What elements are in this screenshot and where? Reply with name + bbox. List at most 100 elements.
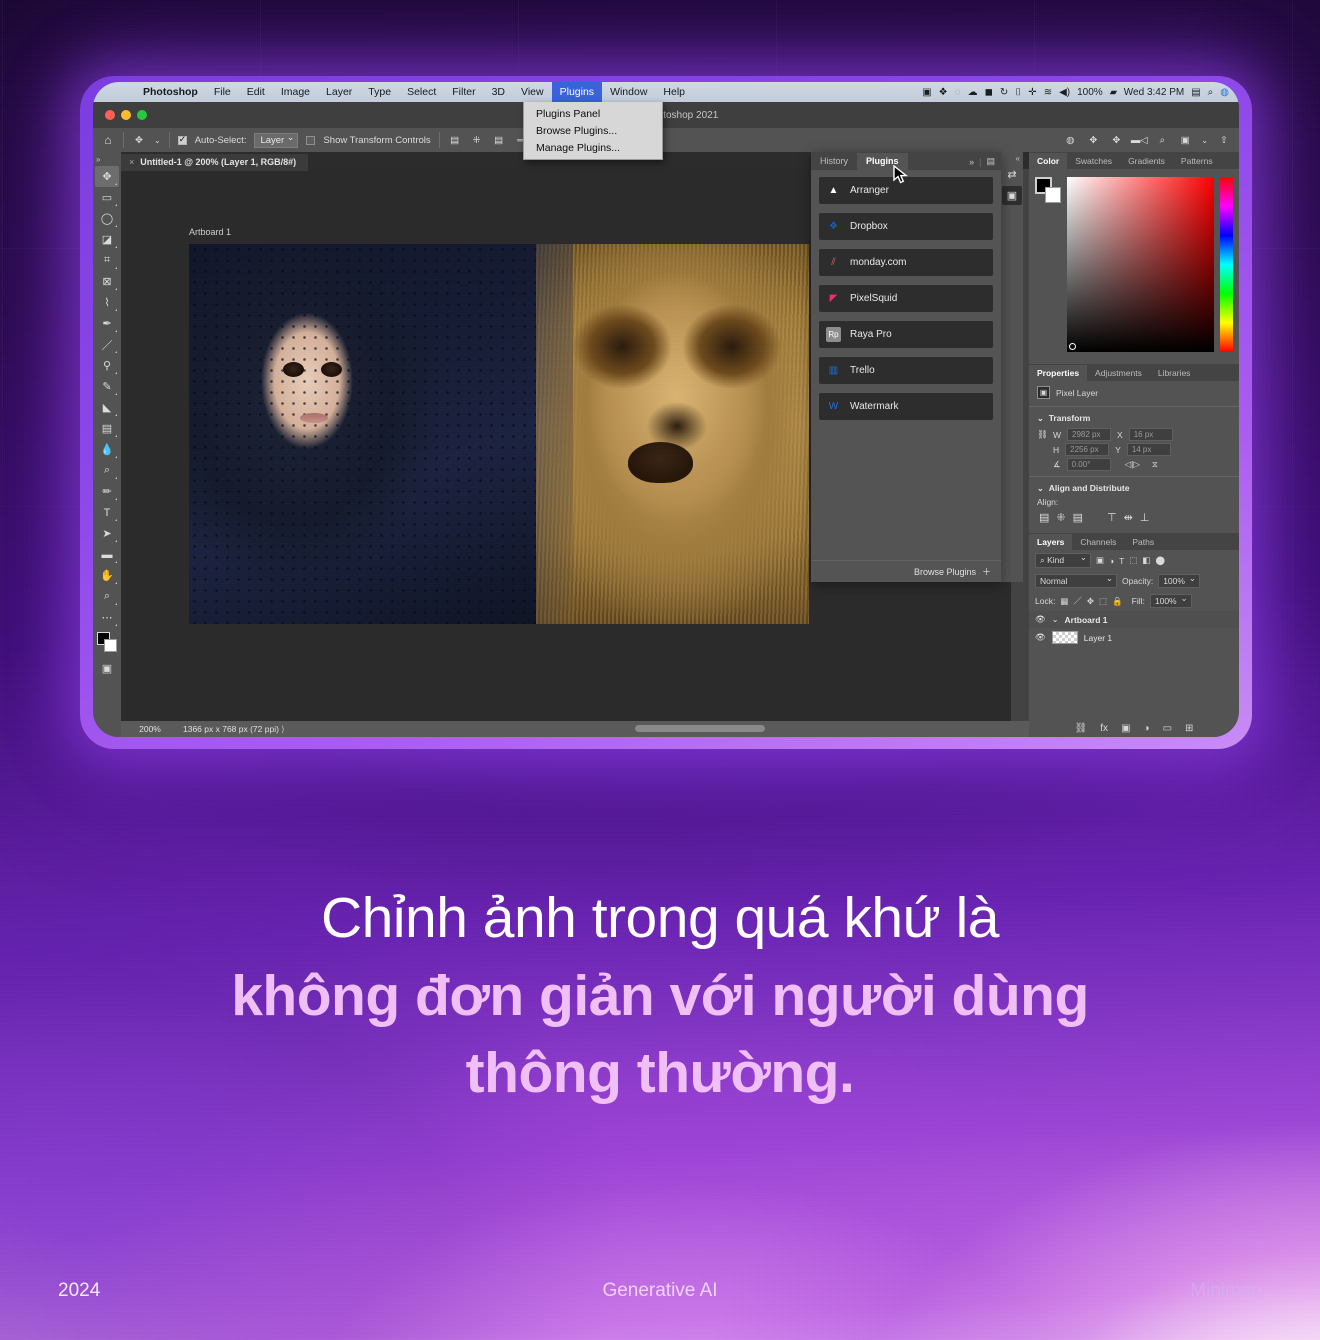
- history-brush-tool-icon[interactable]: ✎: [95, 376, 119, 397]
- menu-select[interactable]: Select: [399, 82, 444, 102]
- crop-tool-icon[interactable]: ⌗: [95, 250, 119, 271]
- screen-recording-icon[interactable]: ▣: [922, 87, 931, 98]
- libraries-icon[interactable]: ▣: [1002, 186, 1022, 205]
- volume-icon[interactable]: ◀): [1059, 87, 1070, 98]
- zoom-tool-icon[interactable]: ⌕: [95, 586, 119, 607]
- field-value-y[interactable]: 14 px: [1126, 443, 1171, 456]
- 3d-camera-icon[interactable]: ✥: [1109, 133, 1123, 147]
- blur-tool-icon[interactable]: 💧: [95, 439, 119, 460]
- align-top-icon[interactable]: ⊤: [1107, 511, 1117, 524]
- browse-plugins-footer[interactable]: Browse Plugins ＋: [811, 560, 1001, 582]
- adjustment-icon[interactable]: ◑: [1144, 723, 1150, 734]
- align-center-h-icon[interactable]: ⁜: [470, 133, 484, 147]
- move-tool-icon[interactable]: ✥: [132, 133, 146, 147]
- menu-image[interactable]: Image: [273, 82, 318, 102]
- tab-gradients[interactable]: Gradients: [1120, 153, 1173, 169]
- bluetooth-icon[interactable]: ✛: [1028, 87, 1036, 98]
- menu-edit[interactable]: Edit: [239, 82, 273, 102]
- expand-icon[interactable]: »: [969, 157, 974, 167]
- menu-layer[interactable]: Layer: [318, 82, 360, 102]
- adjustment-filter-icon[interactable]: ◑: [1109, 556, 1114, 566]
- marquee-tool-icon[interactable]: ▭: [95, 187, 119, 208]
- type-tool-icon[interactable]: T: [95, 502, 119, 523]
- color-swatches-mini[interactable]: [1035, 177, 1061, 203]
- battery-icon[interactable]: ▰: [1110, 87, 1117, 98]
- lock-image-icon[interactable]: ／: [1073, 595, 1082, 607]
- plugins-dropdown-menu[interactable]: Plugins Panel Browse Plugins... Manage Plu…: [523, 102, 663, 160]
- clock-label[interactable]: Wed 3:42 PM: [1124, 87, 1184, 98]
- tab-channels[interactable]: Channels: [1072, 534, 1124, 550]
- chevron-down-icon[interactable]: ⌄: [154, 136, 161, 145]
- tab-libraries[interactable]: Libraries: [1150, 365, 1199, 381]
- plugin-item-trello[interactable]: ▥ Trello: [819, 357, 993, 384]
- flip-horizontal-icon[interactable]: ◁|▷: [1125, 459, 1140, 470]
- pen-tool-icon[interactable]: ✏: [95, 481, 119, 502]
- wifi-icon[interactable]: ≋: [1044, 87, 1052, 98]
- field-value-w[interactable]: 2982 px: [1067, 428, 1112, 441]
- backup-icon[interactable]: ↻: [1000, 87, 1008, 98]
- tab-history[interactable]: History: [811, 153, 857, 170]
- hue-slider[interactable]: [1220, 177, 1233, 352]
- shape-filter-icon[interactable]: ⬚: [1129, 555, 1137, 566]
- onedrive-icon[interactable]: ☁: [968, 87, 978, 98]
- move-tool-icon[interactable]: ✥: [95, 166, 119, 187]
- background-color-swatch[interactable]: [104, 639, 117, 652]
- flag-icon[interactable]: ▤: [1191, 87, 1200, 98]
- plus-icon[interactable]: ＋: [982, 565, 991, 578]
- workspace-icon[interactable]: ▣: [1178, 133, 1192, 147]
- blend-mode-select[interactable]: Normal: [1035, 573, 1117, 588]
- folder-icon[interactable]: ▭: [1163, 723, 1172, 734]
- opacity-value[interactable]: 100%: [1158, 573, 1200, 588]
- align-left-icon[interactable]: ▤: [448, 133, 462, 147]
- eye-icon[interactable]: 👁: [1035, 632, 1046, 643]
- new-layer-icon[interactable]: ⊞: [1185, 723, 1193, 734]
- fx-icon[interactable]: fx: [1100, 723, 1108, 734]
- siri-icon[interactable]: ◍: [1220, 87, 1229, 98]
- link-icon[interactable]: ⛓: [1075, 723, 1088, 734]
- plugin-item-pixelsquid[interactable]: ◤ PixelSquid: [819, 285, 993, 312]
- gradient-tool-icon[interactable]: ▤: [95, 418, 119, 439]
- menu-view[interactable]: View: [513, 82, 552, 102]
- lock-position-icon[interactable]: ✥: [1087, 596, 1094, 607]
- video-icon[interactable]: ◼: [985, 87, 993, 98]
- image-filter-icon[interactable]: ▣: [1096, 555, 1104, 566]
- field-value-h[interactable]: 2256 px: [1065, 443, 1110, 456]
- chevron-down-icon[interactable]: ⌄: [1037, 414, 1044, 423]
- link-dimensions-icon[interactable]: ⛓: [1037, 429, 1048, 440]
- chevron-down-icon[interactable]: ⌄: [1052, 615, 1059, 624]
- menu-type[interactable]: Type: [360, 82, 399, 102]
- menu-3d[interactable]: 3D: [484, 82, 513, 102]
- align-middle-v-icon[interactable]: ⇹: [1124, 511, 1133, 524]
- collapse-icon[interactable]: «: [1001, 154, 1023, 163]
- color-swatches[interactable]: [95, 632, 119, 654]
- clone-stamp-tool-icon[interactable]: ⚲: [95, 355, 119, 376]
- layer-row-layer1[interactable]: 👁 Layer 1: [1029, 628, 1239, 647]
- smart-object-filter-icon[interactable]: ◧: [1142, 555, 1150, 566]
- horizontal-scrollbar[interactable]: [635, 725, 766, 732]
- lasso-tool-icon[interactable]: ◯: [95, 208, 119, 229]
- plugin-item-dropbox[interactable]: ❖ Dropbox: [819, 213, 993, 240]
- menu-item-browse-plugins[interactable]: Browse Plugins...: [524, 122, 662, 139]
- fill-value[interactable]: 100%: [1149, 593, 1192, 608]
- share-icon[interactable]: ⇧: [1217, 133, 1231, 147]
- brush-tool-icon[interactable]: ／: [95, 334, 119, 355]
- dropbox-icon[interactable]: ❖: [939, 87, 948, 98]
- type-filter-icon[interactable]: T: [1119, 556, 1124, 566]
- object-selection-tool-icon[interactable]: ◪: [95, 229, 119, 250]
- creative-cloud-icon[interactable]: ◌: [955, 87, 961, 98]
- menu-window[interactable]: Window: [602, 82, 655, 102]
- eyedropper-tool-icon[interactable]: ⌇: [95, 292, 119, 313]
- layer-filter-kind-select[interactable]: ⌕ Kind: [1035, 552, 1091, 568]
- history-actions-icon[interactable]: ⇄: [1002, 165, 1022, 184]
- 3d-orbit-icon[interactable]: ✥: [1086, 133, 1100, 147]
- document-size[interactable]: 1366 px x 768 px (72 ppi): [183, 724, 285, 735]
- airplay-icon[interactable]: ⌷: [1015, 87, 1021, 98]
- edit-toolbar-tool-icon[interactable]: ⋯: [95, 607, 119, 628]
- align-left-icon[interactable]: ▤: [1039, 511, 1049, 524]
- spotlight-search-icon[interactable]: ⌕: [1208, 87, 1214, 98]
- 3d-mode-icon[interactable]: ◍: [1063, 133, 1077, 147]
- tab-color[interactable]: Color: [1029, 153, 1068, 169]
- lock-artboard-icon[interactable]: ⬚: [1099, 596, 1107, 607]
- auto-select-scope-select[interactable]: Layer: [254, 132, 299, 148]
- color-picker-body[interactable]: [1029, 169, 1239, 364]
